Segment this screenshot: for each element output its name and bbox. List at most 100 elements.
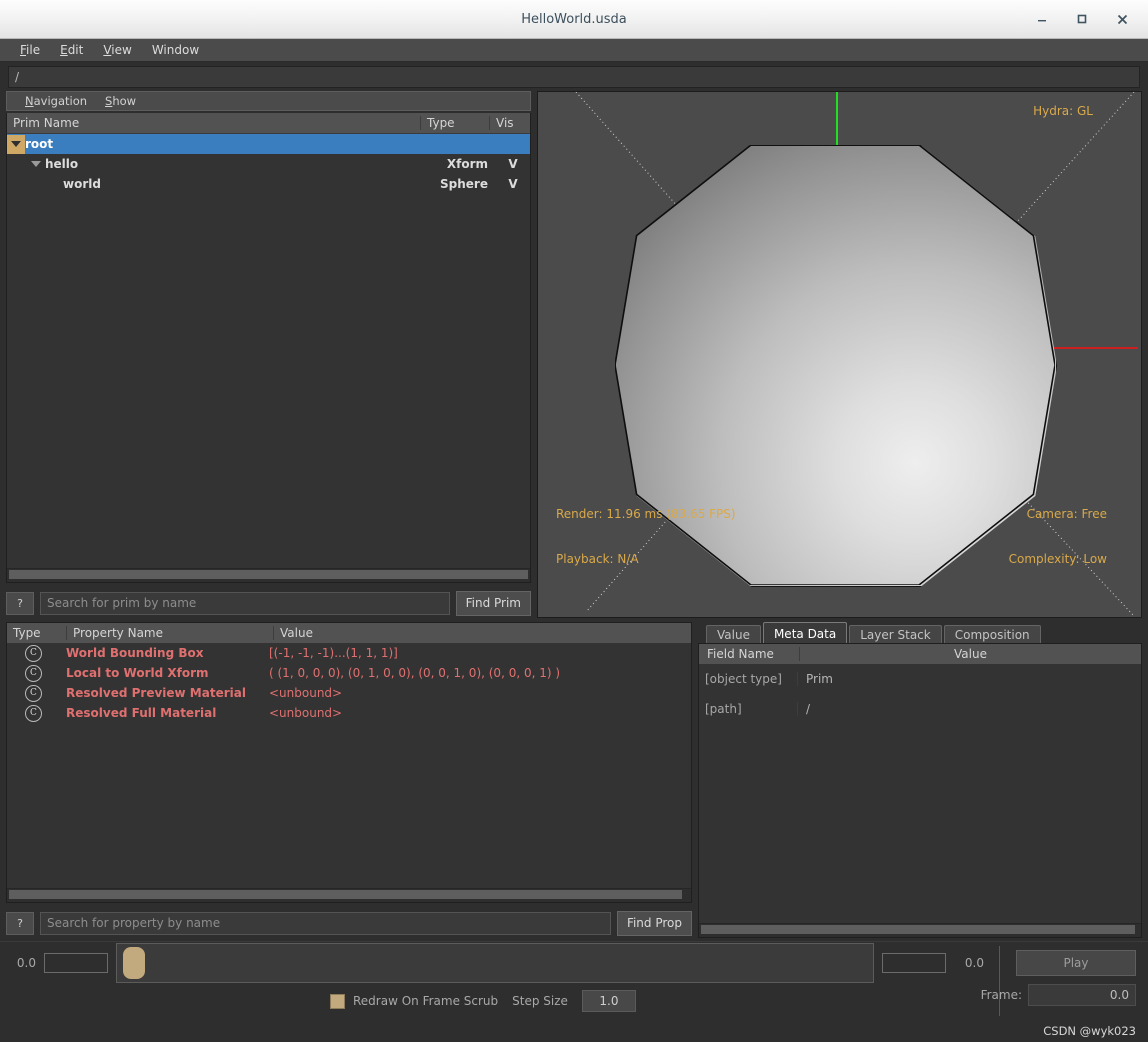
tab-value[interactable]: Value bbox=[706, 625, 761, 644]
prim-tree: Prim Name Type Vis root hello Xform V wo… bbox=[6, 113, 531, 583]
tree-row-world-label: world bbox=[63, 177, 101, 191]
meta-field-name: [object type] bbox=[705, 672, 782, 686]
tree-row-hello-type: Xform bbox=[446, 157, 488, 171]
menu-view-label: iew bbox=[111, 43, 132, 57]
checkbox-icon[interactable] bbox=[330, 993, 345, 1009]
usdview-window: HelloWorld.usda File Edit View Window / bbox=[0, 0, 1148, 1042]
column-header-prim-name[interactable]: Prim Name bbox=[7, 116, 420, 130]
column-header-property-name[interactable]: Property Name bbox=[66, 626, 273, 640]
frame-label: Frame: bbox=[980, 988, 1022, 1002]
tab-meta-data[interactable]: Meta Data bbox=[762, 622, 848, 644]
play-button[interactable]: Play bbox=[1016, 950, 1136, 976]
meta-data-panel: Value Meta Data Layer Stack Composition … bbox=[698, 622, 1142, 938]
menu-file[interactable]: File bbox=[10, 41, 50, 59]
timeline-end-value: 0.0 bbox=[964, 956, 984, 970]
prim-tree-horizontal-scrollbar[interactable] bbox=[7, 568, 530, 582]
prim-panel-menu-bar: Navigation Show bbox=[6, 91, 531, 111]
menu-edit[interactable]: Edit bbox=[50, 41, 93, 59]
column-header-property-type[interactable]: Type bbox=[7, 626, 66, 640]
menu-show[interactable]: Show bbox=[101, 94, 140, 108]
property-name: Local to World Xform bbox=[66, 666, 209, 680]
column-header-vis[interactable]: Vis bbox=[489, 116, 530, 130]
table-row[interactable]: C World Bounding Box [(-1, -1, -1)...(1,… bbox=[7, 643, 691, 663]
property-search-input[interactable]: Search for property by name bbox=[40, 911, 611, 935]
property-search-help-button[interactable]: ? bbox=[6, 911, 34, 935]
timeline-end-field[interactable] bbox=[882, 953, 946, 973]
menu-edit-mnemonic: E bbox=[60, 43, 68, 57]
frame-slider-handle[interactable] bbox=[123, 947, 145, 979]
main-menu-bar: File Edit View Window bbox=[0, 39, 1148, 62]
menu-file-label: ile bbox=[26, 43, 41, 57]
main-area: Navigation Show Prim Name Type Vis root bbox=[0, 91, 1148, 941]
window-title: HelloWorld.usda bbox=[521, 11, 627, 27]
frame-slider[interactable] bbox=[116, 943, 874, 983]
column-header-field-name[interactable]: Field Name bbox=[699, 647, 799, 661]
property-table: Type Property Name Value C World Boundin… bbox=[6, 622, 692, 903]
scrollbar-thumb[interactable] bbox=[9, 570, 528, 579]
tree-row-world[interactable]: world Sphere V bbox=[7, 174, 530, 194]
frame-input[interactable]: 0.0 bbox=[1028, 984, 1136, 1006]
property-search-row: ? Search for property by name Find Prop bbox=[6, 903, 692, 938]
chevron-down-icon[interactable] bbox=[7, 134, 25, 154]
timeline-row: 0.0 0.0 bbox=[6, 942, 1142, 984]
prim-browser-panel: Navigation Show Prim Name Type Vis root bbox=[6, 91, 531, 618]
column-header-meta-value[interactable]: Value bbox=[799, 647, 1141, 661]
table-row[interactable]: C Resolved Preview Material <unbound> bbox=[7, 683, 691, 703]
circle-c-icon: C bbox=[7, 664, 60, 682]
table-row[interactable]: C Local to World Xform ( (1, 0, 0, 0), (… bbox=[7, 663, 691, 683]
playback-label: Playback: N/A bbox=[556, 552, 639, 566]
menu-view[interactable]: View bbox=[93, 41, 141, 59]
viewport-3d[interactable]: Hydra: GL Render: 11.96 ms (83.65 FPS) P… bbox=[537, 91, 1142, 618]
column-header-property-value[interactable]: Value bbox=[273, 626, 691, 640]
table-row[interactable]: [path] / bbox=[699, 694, 1141, 724]
property-value: <unbound> bbox=[269, 686, 343, 700]
menu-show-label: how bbox=[112, 94, 137, 108]
meta-horizontal-scrollbar[interactable] bbox=[699, 923, 1141, 937]
property-name: Resolved Full Material bbox=[66, 706, 217, 720]
meta-table-body: [object type] Prim [path] / bbox=[699, 664, 1141, 923]
meta-table: Field Name Value [object type] Prim [pat… bbox=[698, 643, 1142, 938]
property-horizontal-scrollbar[interactable] bbox=[7, 888, 691, 902]
prim-search-help-button[interactable]: ? bbox=[6, 591, 34, 615]
menu-navigation[interactable]: Navigation bbox=[21, 94, 91, 108]
find-prim-button[interactable]: Find Prim bbox=[455, 590, 531, 616]
scrollbar-thumb[interactable] bbox=[9, 890, 683, 899]
watermark: CSDN @wyk023 bbox=[1043, 1024, 1136, 1038]
redraw-label: Redraw On Frame Scrub bbox=[353, 994, 499, 1008]
render-time-label: Render: 11.96 ms (83.65 FPS) bbox=[556, 507, 736, 521]
minimize-icon[interactable] bbox=[1022, 4, 1062, 34]
tree-row-root[interactable]: root bbox=[7, 134, 530, 154]
tree-row-hello-vis[interactable]: V bbox=[496, 157, 530, 171]
tab-layer-stack[interactable]: Layer Stack bbox=[849, 625, 942, 644]
property-value: <unbound> bbox=[269, 706, 343, 720]
tree-row-hello[interactable]: hello Xform V bbox=[7, 154, 530, 174]
tree-row-root-name-cell: root bbox=[7, 134, 426, 154]
prim-search-input[interactable]: Search for prim by name bbox=[40, 591, 450, 615]
property-name: World Bounding Box bbox=[66, 646, 204, 660]
circle-c-icon: C bbox=[7, 644, 60, 662]
scrollbar-thumb[interactable] bbox=[701, 925, 1135, 934]
table-row[interactable]: [object type] Prim bbox=[699, 664, 1141, 694]
tree-row-world-vis[interactable]: V bbox=[496, 177, 530, 191]
playback-options: Redraw On Frame Scrub Step Size 1.0 bbox=[330, 990, 636, 1012]
column-header-type[interactable]: Type bbox=[420, 116, 489, 130]
meta-tab-bar: Value Meta Data Layer Stack Composition bbox=[698, 622, 1142, 644]
tab-composition[interactable]: Composition bbox=[943, 625, 1041, 644]
redraw-on-frame-scrub-toggle[interactable]: Redraw On Frame Scrub bbox=[330, 993, 499, 1009]
tree-row-hello-name-cell: hello bbox=[7, 155, 426, 174]
close-icon[interactable] bbox=[1102, 4, 1142, 34]
playback-bar: 0.0 0.0 Play Frame: 0.0 Redraw On Frame … bbox=[0, 941, 1148, 1042]
step-size-label: Step Size bbox=[512, 994, 568, 1008]
menu-window[interactable]: Window bbox=[142, 41, 209, 59]
maximize-icon[interactable] bbox=[1062, 4, 1102, 34]
property-panel: Type Property Name Value C World Boundin… bbox=[6, 622, 692, 938]
table-row[interactable]: C Resolved Full Material <unbound> bbox=[7, 703, 691, 723]
hydra-label: Hydra: GL bbox=[1033, 104, 1093, 118]
prim-path-input[interactable]: / bbox=[8, 66, 1140, 88]
tree-row-world-type: Sphere bbox=[440, 177, 488, 191]
menu-window-label: Window bbox=[151, 43, 200, 57]
chevron-down-icon[interactable] bbox=[27, 155, 45, 174]
timeline-start-field[interactable] bbox=[44, 953, 108, 973]
step-size-input[interactable]: 1.0 bbox=[581, 990, 636, 1012]
find-prop-button[interactable]: Find Prop bbox=[616, 910, 692, 936]
